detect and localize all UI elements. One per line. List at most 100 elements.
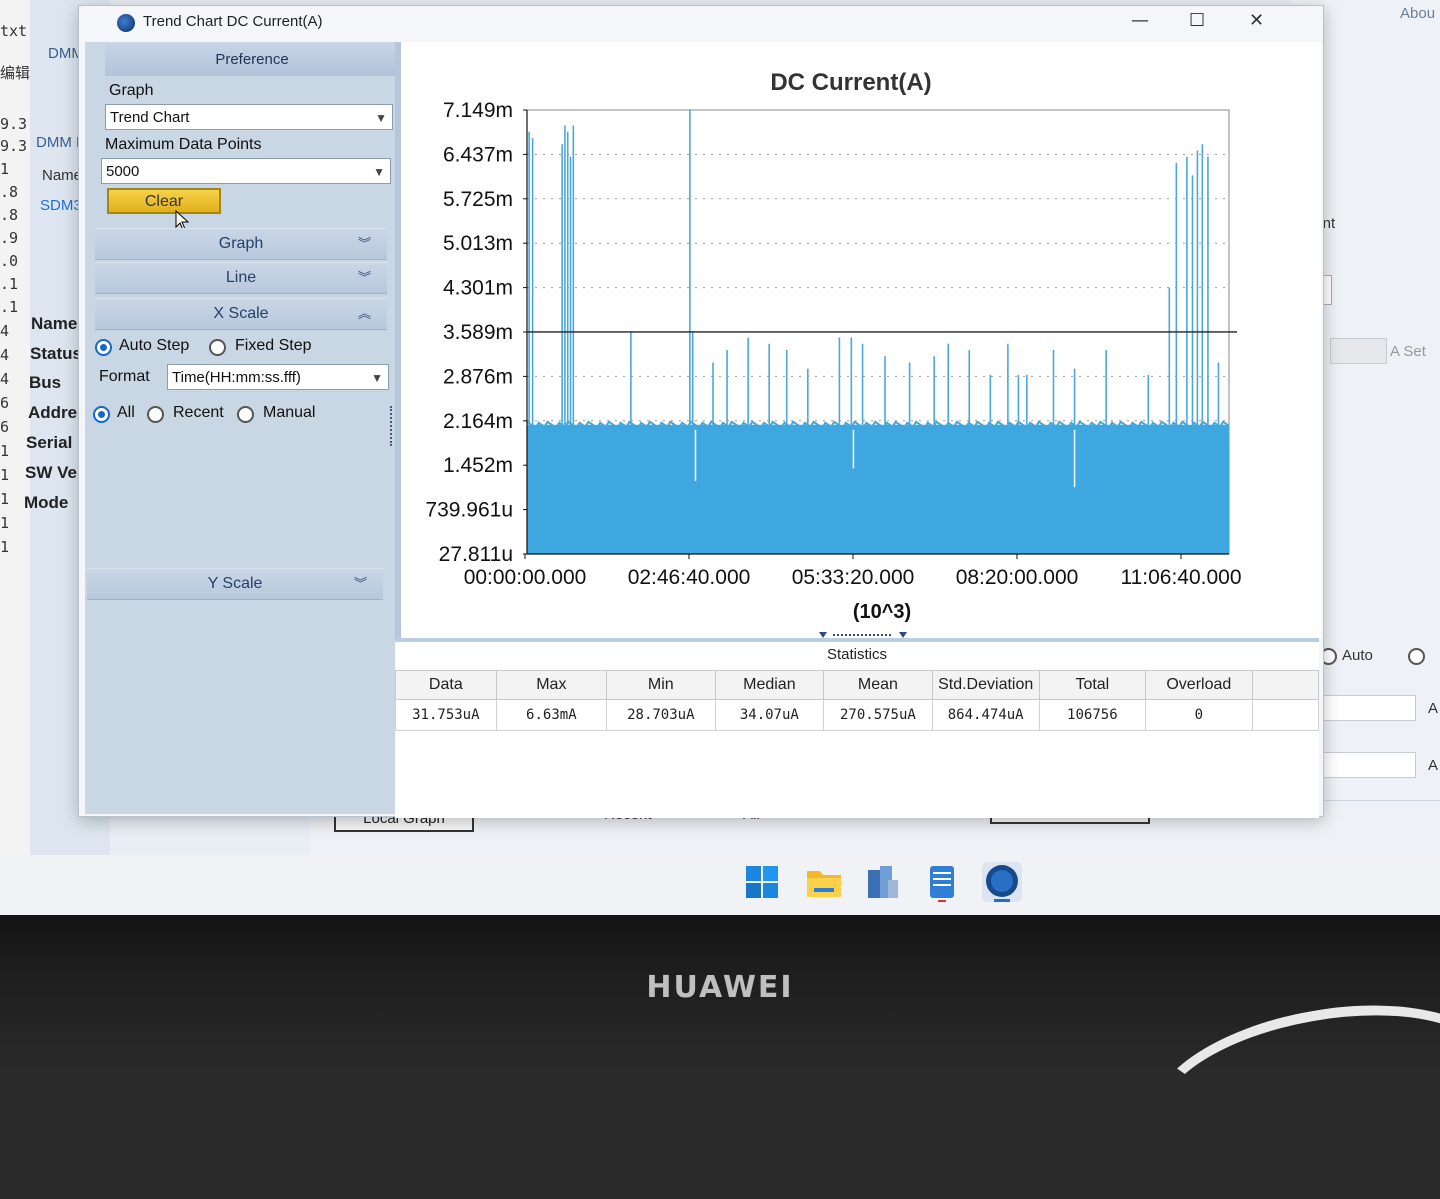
baseline-fill <box>527 424 1229 554</box>
bg-char: 编辑 <box>0 64 31 82</box>
file-explorer-icon[interactable] <box>804 862 844 902</box>
x-tick-label: 05:33:20.000 <box>792 566 915 589</box>
title-bar[interactable]: Trend Chart DC Current(A) — ☐ ✕ <box>79 6 1323 40</box>
notepad-icon[interactable] <box>922 862 962 902</box>
stat-max: 6.63mA <box>495 699 608 731</box>
monitor-brand-logo: HUAWEI <box>646 970 794 1005</box>
bg-char: txt <box>0 22 28 40</box>
graph-group-label: Graph <box>109 82 154 99</box>
column-header: Median <box>714 670 825 700</box>
bg-a1: A <box>1428 700 1439 717</box>
bg-char: 1 <box>0 490 10 508</box>
graph-type-select[interactable]: Trend Chart ▼ <box>105 104 393 130</box>
range-recent-radio[interactable] <box>147 406 164 423</box>
table-header-row: Data Max Min Median Mean Std.Deviation T… <box>395 670 1320 700</box>
chevron-double-down-icon: ︾ <box>357 270 371 285</box>
stat-min: 28.703uA <box>606 699 716 731</box>
fixed-step-radio[interactable] <box>209 339 226 356</box>
maximize-icon[interactable]: ☐ <box>1189 10 1205 31</box>
line-section-header[interactable]: Line ︾ <box>95 262 387 294</box>
bg-char: .8 <box>0 183 19 201</box>
bg-char: .1 <box>0 298 19 316</box>
range-manual-radio[interactable] <box>237 406 254 423</box>
column-header: Std.Deviation <box>931 670 1040 700</box>
bg-char: .8 <box>0 206 19 224</box>
windows-start-icon[interactable] <box>742 862 782 902</box>
bg-char: 4 <box>0 322 10 340</box>
bg-char: 6 <box>0 394 10 412</box>
y-tick-label: 5.725m <box>443 188 513 211</box>
bg-manual-radio[interactable] <box>1408 648 1425 665</box>
taskbar <box>0 855 1440 915</box>
time-format-select[interactable]: Time(HH:mm:ss.fff) ▼ <box>167 364 389 390</box>
chevron-down-icon: ▼ <box>375 111 387 125</box>
bg-field[interactable] <box>1330 338 1387 364</box>
clear-button[interactable]: Clear <box>107 188 221 214</box>
bg-char: 1 <box>0 514 10 532</box>
preference-header[interactable]: Preference <box>105 44 399 76</box>
stat-mean: 270.575uA <box>823 699 933 731</box>
bg-char: 1 <box>0 538 10 556</box>
y-tick-label: 2.876m <box>443 365 513 388</box>
bg-char: .9 <box>0 229 19 247</box>
column-header: Total <box>1038 670 1147 700</box>
building-app-icon[interactable] <box>862 862 902 902</box>
bg-about[interactable]: Abou <box>1400 5 1435 22</box>
bg-char: 4 <box>0 370 10 388</box>
range-all-label: All <box>117 404 135 421</box>
y-tick-label: 4.301m <box>443 277 513 300</box>
column-header: Overload <box>1145 670 1253 700</box>
stat-std-deviation: 864.474uA <box>931 699 1040 731</box>
stat-empty <box>1251 699 1320 731</box>
column-header: Max <box>495 670 608 700</box>
minimize-icon[interactable]: — <box>1131 10 1149 31</box>
bg-input-1[interactable] <box>1322 695 1416 721</box>
bg-input-2[interactable] <box>1322 752 1416 778</box>
bg-a2: A <box>1428 757 1439 774</box>
statistics-panel: Statistics Data Max Min Median Mean Std.… <box>395 638 1320 818</box>
max-points-select[interactable]: 5000 ▼ <box>101 158 391 184</box>
background-left-strip: txt 编辑 9.3 9.3 1 .8 .8 .9 .0 .1 .1 4 4 4… <box>0 0 31 860</box>
trend-chart-window: Trend Chart DC Current(A) — ☐ ✕ Preferen… <box>78 5 1324 818</box>
y-tick-label: 3.589m <box>443 321 513 344</box>
chevron-double-down-icon: ︾ <box>357 236 371 251</box>
screen: txt 编辑 9.3 9.3 1 .8 .8 .9 .0 .1 .1 4 4 4… <box>0 0 1440 920</box>
max-points-label: Maximum Data Points <box>105 136 262 153</box>
line-section-label: Line <box>225 269 257 286</box>
trend-chart[interactable]: DC Current(A) (10^3) 7.149m 6.437m 5.725m 5… <box>401 42 1321 638</box>
y-tick-label: 2.164m <box>443 410 513 433</box>
close-icon[interactable]: ✕ <box>1249 10 1264 31</box>
bg-prop: SW Ver <box>25 463 84 482</box>
bg-auto-label: Auto <box>1342 647 1373 664</box>
y-tick-label: 6.437m <box>443 143 513 166</box>
bg-char: 1 <box>0 442 10 460</box>
yscale-section-label: Y Scale <box>207 575 263 592</box>
max-points-value: 5000 <box>106 163 140 180</box>
chart-pane: DC Current(A) (10^3) 7.149m 6.437m 5.725m 5… <box>395 42 1321 638</box>
bg-aset: A Set <box>1390 343 1426 360</box>
bg-char: 4 <box>0 346 10 364</box>
yscale-section-header[interactable]: Y Scale ︾ <box>87 568 383 600</box>
bg-char: 1 <box>0 466 10 484</box>
x-tick-label: 08:20:00.000 <box>956 566 1079 589</box>
stat-total: 106756 <box>1038 699 1147 731</box>
app-icon <box>117 14 135 32</box>
chart-title: DC Current(A) <box>770 69 931 96</box>
graph-section-header[interactable]: Graph ︾ <box>95 228 387 260</box>
range-all-radio[interactable] <box>93 406 110 423</box>
time-format-value: Time(HH:mm:ss.fff) <box>172 369 301 386</box>
y-tick-label: 7.149m <box>443 99 513 122</box>
y-tick-label: 27.811u <box>439 543 513 566</box>
dmm-app-icon[interactable] <box>982 862 1022 902</box>
xscale-section-label: X Scale <box>213 305 269 322</box>
y-tick-label: 739.961u <box>425 499 513 522</box>
chevron-down-icon: ▼ <box>371 371 383 385</box>
bg-prop: Bus <box>29 373 62 392</box>
column-header: Mean <box>823 670 933 700</box>
chevron-down-icon: ▼ <box>373 165 385 179</box>
bg-char: 9.3 <box>0 137 28 155</box>
stat-data: 31.753uA <box>395 699 497 731</box>
xscale-section-header[interactable]: X Scale ︽ <box>95 298 387 330</box>
auto-step-radio[interactable] <box>95 339 112 356</box>
statistics-table: Data Max Min Median Mean Std.Deviation T… <box>395 670 1320 731</box>
